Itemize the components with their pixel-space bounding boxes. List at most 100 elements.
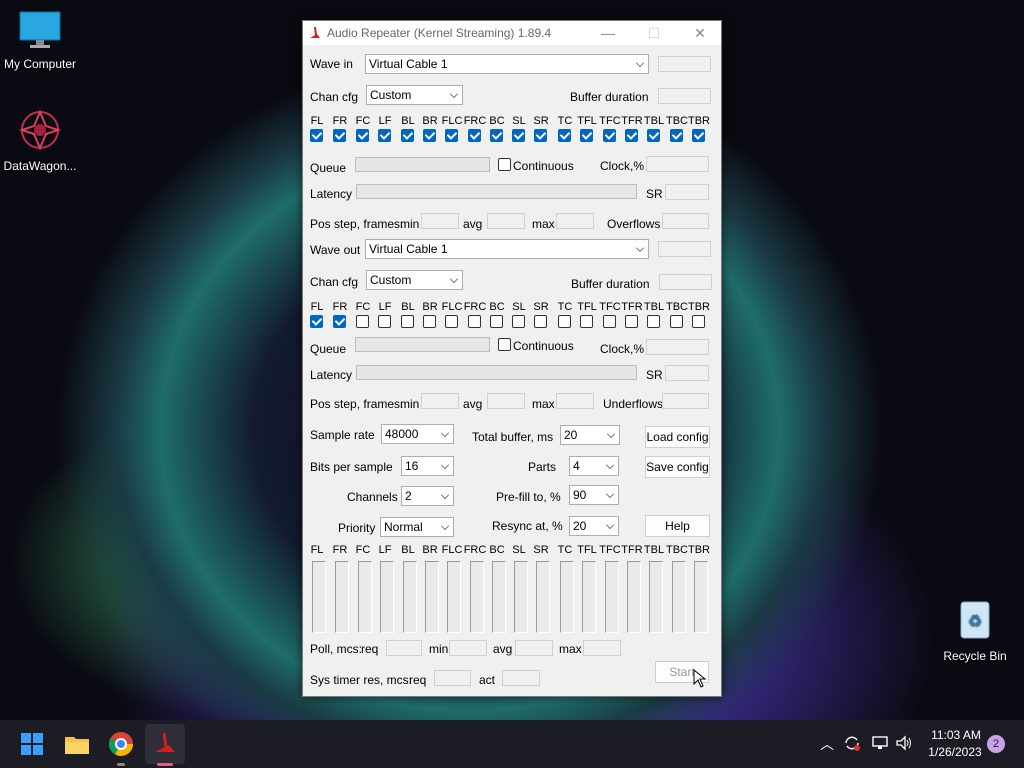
prefill-select[interactable]: 90 <box>569 485 619 505</box>
wave-in-queue-label: Queue <box>310 161 347 175</box>
sample-rate-select[interactable]: 48000 <box>381 424 454 444</box>
wave-in-continuous-checkbox[interactable] <box>498 158 511 171</box>
wave-out-channel-label: BL <box>401 301 415 313</box>
wave-in-channel-checkbox-bl[interactable] <box>401 129 414 142</box>
wave-out-channel-checkbox-flc[interactable] <box>445 315 458 328</box>
poll-max-label: max <box>559 642 582 656</box>
wave-out-channel-label: FL <box>310 301 324 313</box>
wave-out-channel-checkbox-tc[interactable] <box>558 315 571 328</box>
wave-in-channel-checkbox-tbl[interactable] <box>647 129 660 142</box>
wave-out-channel-checkbox-tfl[interactable] <box>580 315 593 328</box>
network-icon[interactable] <box>871 734 889 752</box>
wave-in-channel-checkbox-tfr[interactable] <box>625 129 638 142</box>
wave-in-channel-checkbox-tbr[interactable] <box>692 129 705 142</box>
wave-in-channel-checkbox-tbc[interactable] <box>670 129 683 142</box>
wave-out-continuous-checkbox[interactable] <box>498 338 511 351</box>
bits-per-sample-select[interactable]: 16 <box>401 456 454 476</box>
wave-in-channel-label: TFC <box>599 115 621 127</box>
meter-channel-label: FLC <box>441 544 463 556</box>
wave-in-pos-step-label: Pos step, frames: <box>310 217 404 231</box>
wave-in-sr-field <box>665 184 709 200</box>
wave-in-channel-checkbox-fl[interactable] <box>310 129 323 142</box>
wave-out-channel-checkbox-frc[interactable] <box>468 315 481 328</box>
wave-out-channel-label: FC <box>355 301 371 313</box>
chevron-up-icon[interactable]: ︿ <box>820 734 834 754</box>
wave-out-channel-checkbox-tfc[interactable] <box>603 315 616 328</box>
wave-out-channel-checkbox-sr[interactable] <box>534 315 547 328</box>
volume-icon[interactable] <box>895 734 913 752</box>
wave-out-channel-checkbox-tbc[interactable] <box>670 315 683 328</box>
load-config-button[interactable]: Load config <box>645 426 710 448</box>
wave-out-latency-progress <box>356 365 637 380</box>
wave-out-channel-label: BR <box>422 301 438 313</box>
clock-time[interactable]: 11:03 AM <box>926 728 986 742</box>
wave-out-channel-checkbox-tfr[interactable] <box>625 315 638 328</box>
desktop-icon-recycle-bin[interactable]: ♻ Recycle Bin <box>935 596 1015 663</box>
wave-in-overflows-label: Overflows <box>607 217 661 231</box>
meter-channel-label: TFR <box>621 544 643 556</box>
wave-out-channel-checkbox-br[interactable] <box>423 315 436 328</box>
wave-out-chan-cfg-select[interactable]: Custom <box>366 270 463 290</box>
clock-date[interactable]: 1/26/2023 <box>920 745 990 759</box>
wave-in-channel-checkbox-tfl[interactable] <box>580 129 593 142</box>
meter-channel-label: SL <box>512 544 526 556</box>
wave-out-channel-checkbox-tbr[interactable] <box>692 315 705 328</box>
wave-out-underflows-label: Underflows <box>603 397 664 411</box>
wave-out-channel-checkbox-bc[interactable] <box>490 315 503 328</box>
wave-in-channel-checkbox-br[interactable] <box>423 129 436 142</box>
wave-out-channel-checkbox-fc[interactable] <box>356 315 369 328</box>
wave-in-channel-label: LF <box>378 115 392 127</box>
audio-repeater-icon[interactable] <box>149 728 181 760</box>
minimize-button[interactable]: — <box>585 21 631 45</box>
maximize-button[interactable]: ☐ <box>631 21 677 45</box>
wave-in-channel-checkbox-fc[interactable] <box>356 129 369 142</box>
meter-channel-label: FC <box>355 544 371 556</box>
parts-select[interactable]: 4 <box>569 456 619 476</box>
wave-in-channel-label: FR <box>332 115 348 127</box>
desktop-icon-label: DataWagon... <box>3 159 77 173</box>
wave-out-channel-checkbox-fl[interactable] <box>310 315 323 328</box>
wave-out-channel-checkbox-fr[interactable] <box>333 315 346 328</box>
wave-in-channel-label: BL <box>401 115 415 127</box>
save-config-button[interactable]: Save config <box>645 456 710 478</box>
file-explorer-icon[interactable] <box>61 728 93 760</box>
wave-in-channel-checkbox-fr[interactable] <box>333 129 346 142</box>
wave-in-sr-label: SR <box>646 187 663 201</box>
channels-select[interactable]: 2 <box>401 486 454 506</box>
wave-in-channel-checkbox-tc[interactable] <box>558 129 571 142</box>
wave-out-channel-checkbox-sl[interactable] <box>512 315 525 328</box>
wave-out-channel-checkbox-lf[interactable] <box>378 315 391 328</box>
wave-in-channel-checkbox-tfc[interactable] <box>603 129 616 142</box>
wave-in-chan-cfg-select[interactable]: Custom <box>366 85 463 105</box>
close-button[interactable]: ✕ <box>677 21 723 45</box>
resync-select[interactable]: 20 <box>569 516 619 536</box>
notification-badge[interactable]: 2 <box>987 735 1005 753</box>
wave-out-device-select[interactable]: Virtual Cable 1 <box>365 239 649 259</box>
help-button[interactable]: Help <box>645 515 710 537</box>
wave-in-channel-checkbox-bc[interactable] <box>490 129 503 142</box>
wave-out-channel-checkbox-bl[interactable] <box>401 315 414 328</box>
priority-select[interactable]: Normal <box>380 517 454 537</box>
level-meter-tfc <box>605 561 619 633</box>
start-icon[interactable] <box>16 728 48 760</box>
wave-in-latency-progress <box>356 184 637 199</box>
wave-in-latency-label: Latency <box>310 187 353 201</box>
wave-out-channel-checkbox-tbl[interactable] <box>647 315 660 328</box>
wave-in-channel-checkbox-flc[interactable] <box>445 129 458 142</box>
title-bar[interactable]: Audio Repeater (Kernel Streaming) 1.89.4… <box>303 21 721 45</box>
meter-channel-label: SR <box>533 544 549 556</box>
wave-in-channel-checkbox-lf[interactable] <box>378 129 391 142</box>
wave-out-channel-label: LF <box>378 301 392 313</box>
total-buffer-select[interactable]: 20 <box>560 425 620 445</box>
wave-in-channel-label: TBL <box>643 115 665 127</box>
desktop-icon-datawagon[interactable]: DataWagon... <box>0 108 80 173</box>
wave-in-channel-checkbox-sr[interactable] <box>534 129 547 142</box>
monitor-icon <box>19 11 61 48</box>
wave-in-channel-label: SL <box>512 115 526 127</box>
desktop-icon-my-computer[interactable]: My Computer <box>0 10 80 71</box>
wave-in-device-select[interactable]: Virtual Cable 1 <box>365 54 649 74</box>
chrome-icon[interactable] <box>105 728 137 760</box>
sync-icon[interactable] <box>843 734 861 752</box>
wave-in-channel-checkbox-sl[interactable] <box>512 129 525 142</box>
wave-in-channel-checkbox-frc[interactable] <box>468 129 481 142</box>
